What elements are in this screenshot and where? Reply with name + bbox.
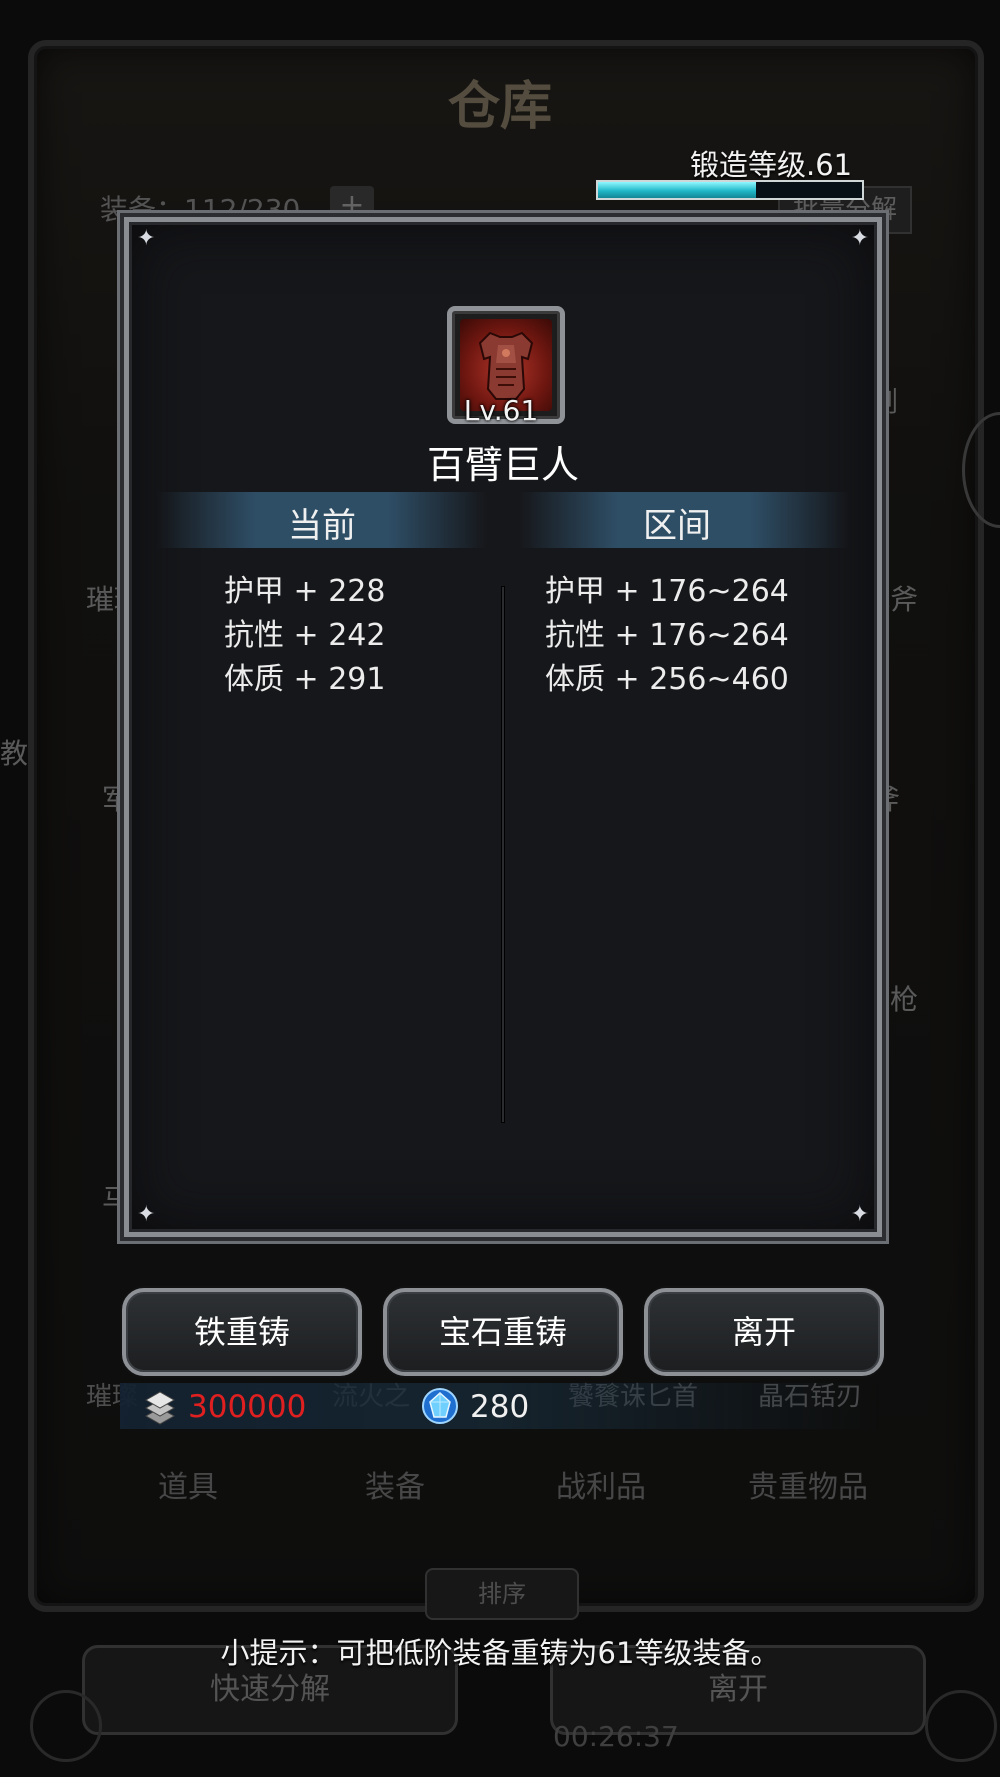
hint-text: 小提示：可把低阶装备重铸为61等级装备。 xyxy=(220,1636,780,1670)
current-header: 当前 xyxy=(288,506,356,546)
iron-recast-button[interactable]: 铁重铸 xyxy=(122,1288,362,1376)
tab-loot[interactable]: 战利品 xyxy=(556,1462,646,1506)
forge-progress-bar xyxy=(596,180,864,200)
tab-valuables[interactable]: 贵重物品 xyxy=(748,1462,868,1506)
bg-round-icon xyxy=(30,1690,102,1762)
gem-amount: 280 xyxy=(470,1389,530,1425)
gem-recast-button[interactable]: 宝石重铸 xyxy=(383,1288,623,1376)
corner-ornament-icon: ✦ xyxy=(850,1202,869,1227)
range-constitution: 体质 + 256~460 xyxy=(545,662,789,697)
tab-items[interactable]: 道具 xyxy=(158,1462,218,1506)
iron-ingot-icon xyxy=(140,1388,180,1432)
forge-progress-fill xyxy=(598,182,757,198)
column-divider xyxy=(502,587,504,1122)
corner-ornament-icon: ✦ xyxy=(137,226,156,251)
recast-dialog: ✦ ✦ ✦ ✦ Lv.61 百臂巨人 当前 区间 护甲 + 228 抗性 + 2… xyxy=(124,217,882,1237)
warehouse-title: 仓库 xyxy=(447,77,552,137)
item-name: 百臂巨人 xyxy=(426,443,579,487)
current-stats: 护甲 + 228 抗性 + 242 体质 + 291 xyxy=(224,570,385,702)
item-level: Lv.61 xyxy=(463,394,539,427)
range-stats: 护甲 + 176~264 抗性 + 176~264 体质 + 256~460 xyxy=(545,570,789,702)
corner-ornament-icon: ✦ xyxy=(850,226,869,251)
range-header: 区间 xyxy=(643,506,711,546)
iron-amount: 300000 xyxy=(188,1389,307,1425)
gem-icon xyxy=(420,1386,460,1430)
bg-edge-label: 教 xyxy=(0,737,29,770)
sort-button[interactable]: 排序 xyxy=(425,1568,579,1620)
leave-button[interactable]: 离开 xyxy=(644,1288,884,1376)
tab-equipment[interactable]: 装备 xyxy=(365,1462,425,1506)
stat-resistance: 抗性 + 242 xyxy=(224,618,386,653)
range-armor: 护甲 + 176~264 xyxy=(545,574,789,609)
stat-armor: 护甲 + 228 xyxy=(224,574,386,609)
range-resistance: 抗性 + 176~264 xyxy=(545,618,789,653)
corner-ornament-icon: ✦ xyxy=(137,1202,156,1227)
timer: 00:26:37 xyxy=(553,1720,679,1753)
bg-plus-icon xyxy=(925,1690,997,1762)
forge-level-label: 锻造等级.61 xyxy=(690,148,853,182)
stat-constitution: 体质 + 291 xyxy=(224,662,386,697)
